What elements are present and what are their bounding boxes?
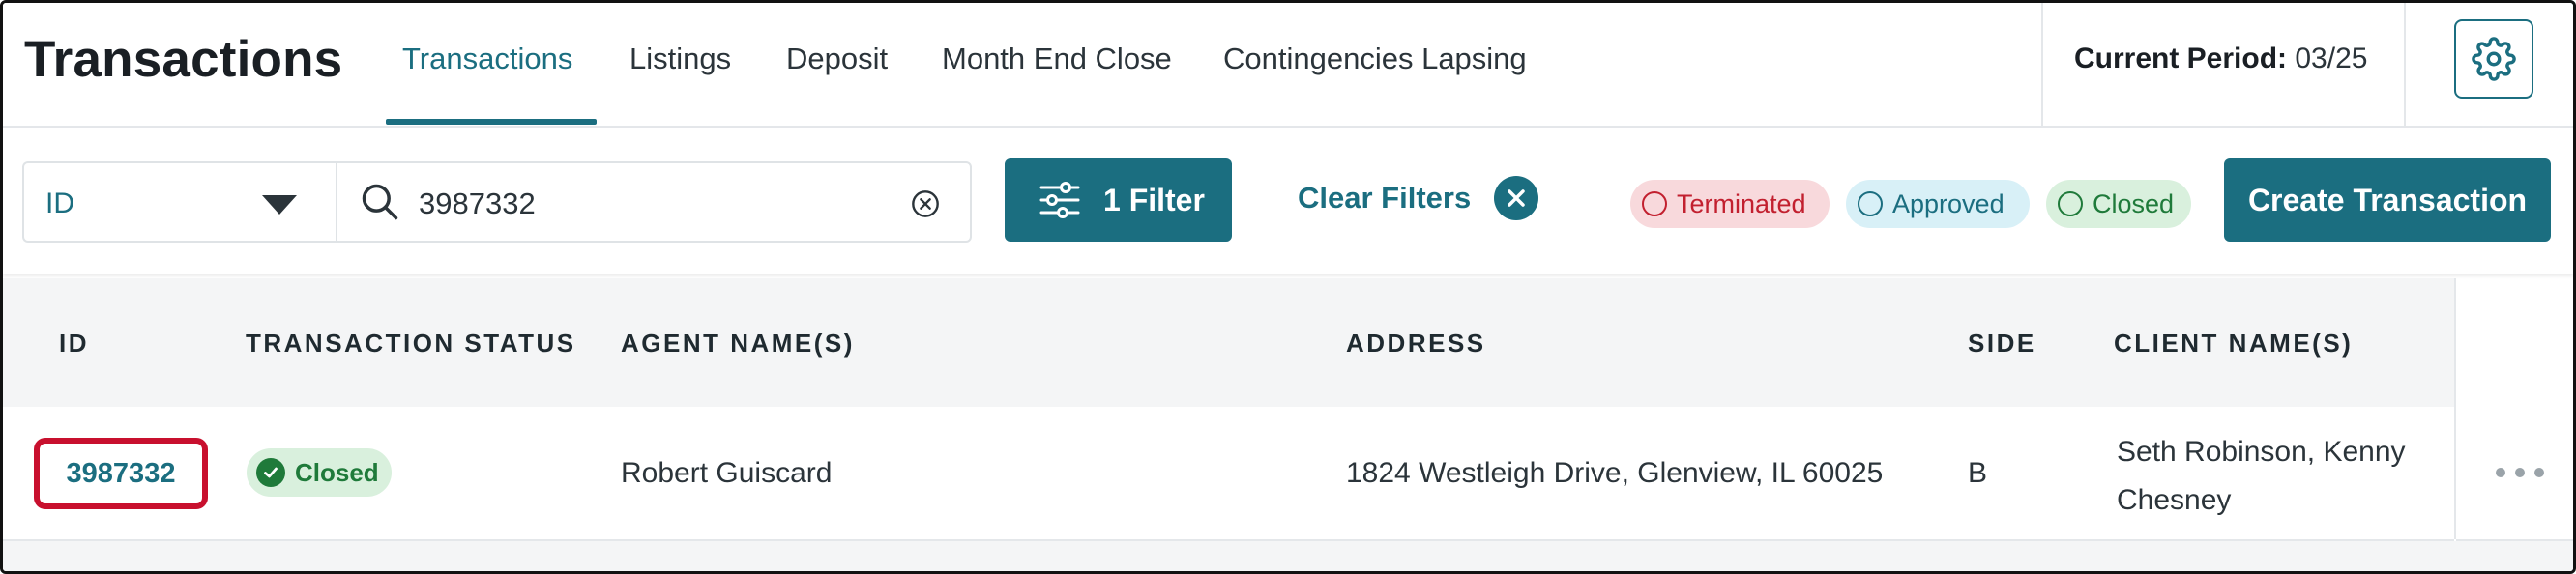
filter-button-label: 1 Filter xyxy=(1103,182,1205,217)
client-names-line-1: Seth Robinson, Kenny xyxy=(2117,436,2406,468)
column-header-address[interactable]: ADDRESS xyxy=(1346,329,1486,359)
side: B xyxy=(1968,457,1988,489)
tab-transactions[interactable]: Transactions xyxy=(402,42,572,76)
chip-label: Approved xyxy=(1892,188,2005,218)
status-chip-closed[interactable]: Closed xyxy=(2046,180,2191,228)
text-fade xyxy=(2416,428,2445,476)
status-chip-terminated[interactable]: Terminated xyxy=(1630,180,1830,228)
clear-circle-icon[interactable] xyxy=(910,188,941,219)
more-horizontal-icon[interactable] xyxy=(2495,465,2545,480)
column-header-side[interactable]: SIDE xyxy=(1968,329,2036,359)
search-icon xyxy=(362,184,398,220)
radio-ring-icon xyxy=(1642,191,1667,216)
active-tab-indicator xyxy=(386,119,597,125)
table-footer-space xyxy=(3,541,2573,571)
status-chip-approved[interactable]: Approved xyxy=(1846,180,2030,228)
status-badge: Closed xyxy=(247,448,392,497)
current-period-value: 03/25 xyxy=(2295,43,2368,74)
transaction-id-link[interactable]: 3987332 xyxy=(34,438,208,509)
client-names-line-2: Chesney xyxy=(2117,484,2232,516)
radio-ring-icon xyxy=(2058,191,2083,216)
settings-button[interactable] xyxy=(2454,19,2533,99)
create-transaction-button[interactable]: Create Transaction xyxy=(2224,158,2551,242)
client-names: Seth Robinson, Kenny Chesney xyxy=(2117,428,2445,525)
check-circle-icon xyxy=(256,458,285,487)
search-field-select[interactable]: ID xyxy=(22,161,337,243)
current-period-label: Current Period: xyxy=(2074,43,2288,74)
clear-filters-button[interactable]: Clear Filters xyxy=(1298,176,1539,220)
agent-name: Robert Guiscard xyxy=(621,457,833,489)
search-input[interactable] xyxy=(419,183,883,225)
status-badge-label: Closed xyxy=(295,457,379,487)
search-field-value: ID xyxy=(45,187,74,219)
column-header-clients[interactable]: CLIENT NAME(S) xyxy=(2114,329,2353,359)
current-period: Current Period: 03/25 xyxy=(2074,43,2367,75)
filter-toolbar: ID 3987332 1 Filter Clear Filters Termin… xyxy=(3,128,2573,274)
page-title: Transactions xyxy=(24,31,343,88)
radio-ring-icon xyxy=(1858,191,1883,216)
header-divider xyxy=(2404,3,2406,126)
column-header-agents[interactable]: AGENT NAME(S) xyxy=(621,329,855,359)
chip-label: Terminated xyxy=(1677,188,1806,218)
address: 1824 Westleigh Drive, Glenview, IL 60025 xyxy=(1346,457,1884,489)
chevron-down-icon xyxy=(262,195,297,215)
filter-button[interactable]: 1 Filter xyxy=(1005,158,1232,242)
close-circle-icon xyxy=(1494,176,1539,220)
search-box xyxy=(336,161,972,243)
sliders-icon xyxy=(1039,182,1080,218)
gear-icon xyxy=(2472,37,2516,81)
clear-filters-label: Clear Filters xyxy=(1298,181,1472,215)
column-header-id[interactable]: ID xyxy=(59,329,89,359)
column-header-status[interactable]: TRANSACTION STATUS xyxy=(246,329,576,359)
tab-deposit[interactable]: Deposit xyxy=(786,42,888,76)
tab-contingencies-lapsing[interactable]: Contingencies Lapsing xyxy=(1223,42,1527,76)
table-header: ID TRANSACTION STATUS AGENT NAME(S) ADDR… xyxy=(3,278,2454,407)
header-divider xyxy=(2041,3,2043,126)
chip-label: Closed xyxy=(2093,188,2175,218)
tab-listings[interactable]: Listings xyxy=(629,42,731,76)
tab-month-end-close[interactable]: Month End Close xyxy=(942,42,1172,76)
top-header: Transactions Transactions Listings Depos… xyxy=(3,3,2573,128)
app-window: Transactions Transactions Listings Depos… xyxy=(0,0,2576,574)
